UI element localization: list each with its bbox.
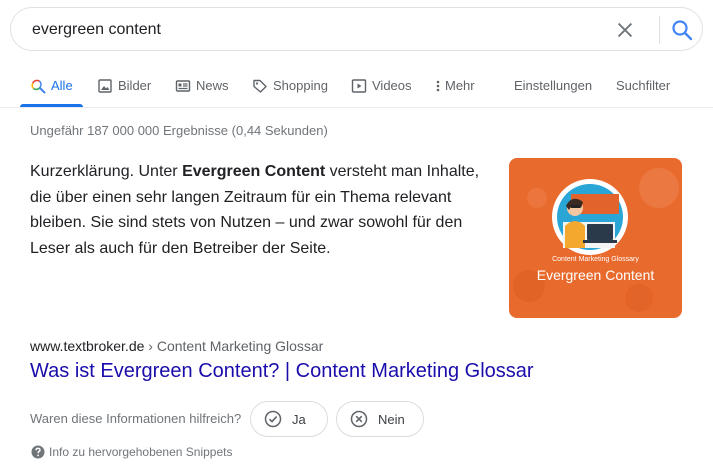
tab-more[interactable]: Mehr — [433, 70, 475, 108]
settings-link[interactable]: Einstellungen — [514, 70, 592, 108]
search-divider — [659, 16, 660, 44]
tab-label: Shopping — [273, 78, 328, 93]
snippet-info-link[interactable]: Info zu hervorgehobenen Snippets — [31, 445, 232, 459]
search-tools-link[interactable]: Suchfilter — [616, 70, 670, 108]
result-breadcrumb: › Content Marketing Glossar — [144, 338, 324, 354]
tabs-divider — [0, 107, 713, 108]
feedback-question: Waren diese Informationen hilfreich? — [30, 411, 242, 426]
result-domain: www.textbroker.de — [30, 338, 145, 354]
tab-shopping[interactable]: Shopping — [252, 70, 328, 108]
feedback-no-button[interactable]: Nein — [336, 401, 424, 437]
tab-label: Alle — [51, 78, 73, 93]
snippet-thumbnail[interactable]: Content Marketing Glossary Evergreen Con… — [509, 158, 682, 318]
news-icon — [175, 80, 191, 92]
check-circle-icon — [264, 410, 282, 428]
result-stats: Ungefähr 187 000 000 Ergebnisse (0,44 Se… — [30, 123, 328, 138]
result-title-link[interactable]: Was ist Evergreen Content? | Content Mar… — [30, 360, 534, 383]
tag-icon — [253, 79, 267, 93]
tab-label: Bilder — [118, 78, 152, 93]
search-tools-label: Suchfilter — [616, 78, 671, 93]
settings-label: Einstellungen — [514, 78, 593, 93]
featured-snippet-text: Kurzerklärung. Unter Evergreen Content v… — [30, 159, 480, 261]
close-circle-icon — [350, 410, 368, 428]
feedback-no-label: Nein — [378, 411, 405, 427]
more-vert-icon — [436, 80, 440, 92]
search-button[interactable] — [670, 18, 694, 42]
feedback-yes-label: Ja — [292, 411, 306, 427]
result-url[interactable]: www.textbroker.de › Content Marketing Gl… — [30, 338, 323, 354]
tab-images[interactable]: Bilder — [97, 70, 151, 108]
tab-label: Mehr — [445, 78, 475, 93]
tab-videos[interactable]: Videos — [351, 70, 412, 108]
help-icon — [31, 445, 45, 459]
clear-search-button[interactable] — [614, 19, 636, 41]
tab-news[interactable]: News — [175, 70, 229, 108]
snippet-info-label: Info zu hervorgehobenen Snippets — [49, 445, 233, 459]
feedback-yes-button[interactable]: Ja — [250, 401, 328, 437]
play-icon — [351, 79, 367, 93]
tab-label: Videos — [372, 78, 412, 93]
image-icon — [98, 79, 112, 93]
snippet-prefix: Kurzerklärung. Unter — [30, 163, 183, 180]
search-icon — [31, 79, 46, 94]
search-tabs: Alle Bilder News Shopping Videos Mehr Ei… — [0, 70, 713, 108]
thumbnail-caption-large: Evergreen Content — [536, 267, 655, 283]
thumbnail-caption-small: Content Marketing Glossary — [552, 256, 639, 263]
search-box — [10, 7, 703, 51]
tab-all[interactable]: Alle — [30, 70, 73, 108]
evergreen-illustration — [513, 168, 679, 312]
search-input[interactable] — [32, 19, 592, 41]
search-icon — [672, 20, 693, 41]
tab-label: News — [196, 78, 229, 93]
snippet-highlight: Evergreen Content — [182, 163, 326, 180]
close-icon — [617, 22, 633, 38]
